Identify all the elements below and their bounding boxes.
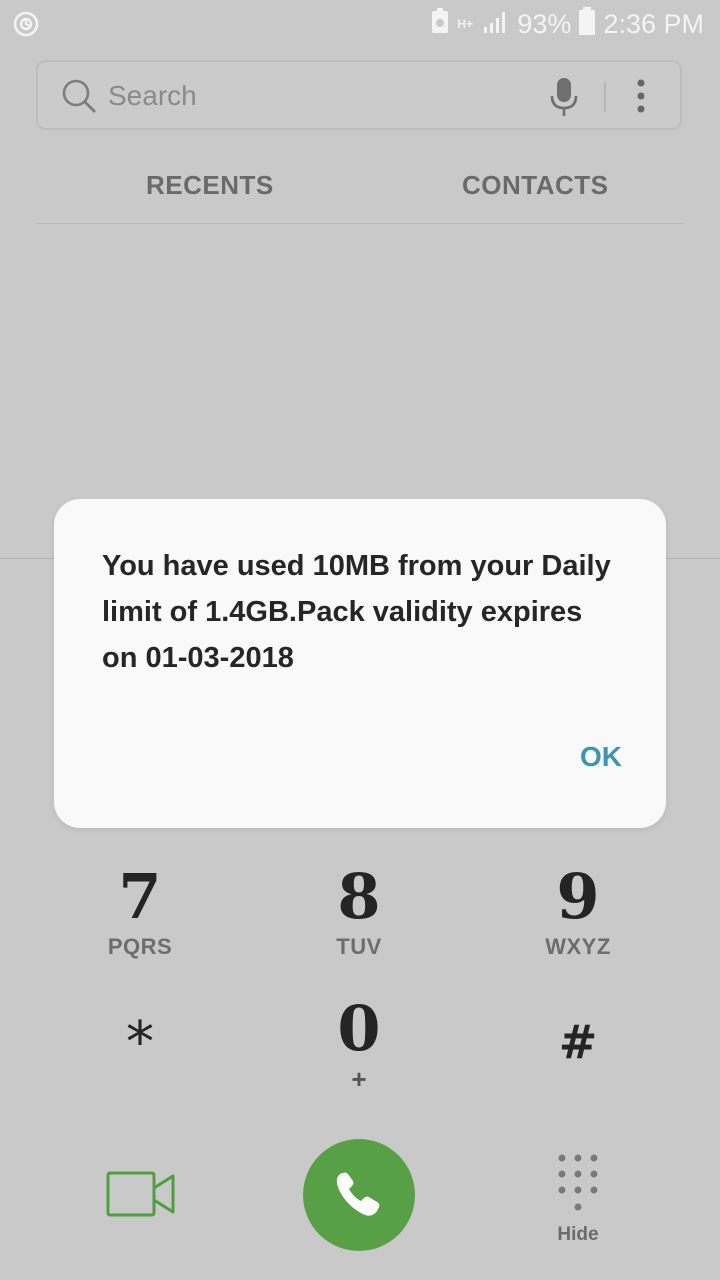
status-icons: H+ 93% 2:36 PM <box>431 6 704 42</box>
tab-divider <box>36 223 684 224</box>
battery-icon <box>579 6 596 42</box>
hide-keypad-label[interactable]: Hide <box>540 1224 616 1246</box>
keypad-icon[interactable] <box>557 1154 601 1217</box>
search-icon <box>60 77 98 120</box>
signal-icon <box>483 8 509 41</box>
key-digit: 8 <box>337 860 381 933</box>
search-bar[interactable]: Search <box>36 60 682 130</box>
phone-icon <box>336 1172 380 1216</box>
key-digit: # <box>558 1015 598 1069</box>
key-hash[interactable]: # <box>478 1012 678 1072</box>
tab-recents[interactable]: RECENTS <box>146 170 274 201</box>
more-vert-icon[interactable] <box>634 78 648 119</box>
key-star[interactable]: * <box>40 1010 240 1076</box>
key-8[interactable]: 8 TUV <box>259 866 459 960</box>
tab-contacts[interactable]: CONTACTS <box>462 170 609 201</box>
key-digit: 9 <box>556 860 600 933</box>
sync-icon <box>12 10 40 43</box>
video-call-icon[interactable] <box>106 1170 176 1223</box>
key-letters: TUV <box>336 934 382 959</box>
key-letters: WXYZ <box>545 934 611 959</box>
key-digit: 0 <box>337 992 381 1065</box>
key-digit: 7 <box>118 860 162 933</box>
battery-percent: 93% <box>517 8 572 39</box>
key-9[interactable]: 9 WXYZ <box>478 866 678 960</box>
ok-button[interactable]: OK <box>580 741 622 773</box>
dialog-message: You have used 10MB from your Daily limit… <box>102 550 611 674</box>
mic-icon[interactable] <box>548 76 580 123</box>
key-7[interactable]: 7 PQRS <box>40 866 240 960</box>
call-button[interactable] <box>303 1139 415 1251</box>
alert-dialog: You have used 10MB from your Daily limit… <box>54 499 666 828</box>
key-digit: * <box>126 1010 154 1075</box>
status-bar: H+ 93% 2:36 PM <box>0 0 720 48</box>
key-0[interactable]: 0 + <box>259 998 459 1095</box>
battery-saver-icon <box>431 7 449 41</box>
key-letters: PQRS <box>107 934 173 959</box>
network-type: H+ <box>457 17 474 31</box>
search-divider <box>604 82 606 112</box>
key-letters: + <box>351 1064 367 1094</box>
search-input[interactable]: Search <box>108 80 197 112</box>
clock: 2:36 PM <box>603 8 704 39</box>
